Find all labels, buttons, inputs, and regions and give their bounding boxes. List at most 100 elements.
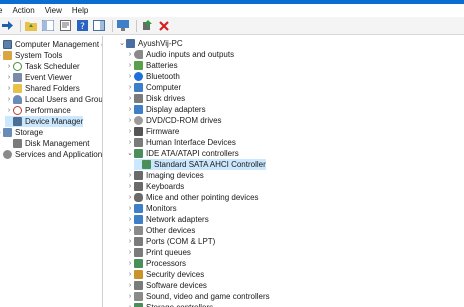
console-tree-row[interactable]: › Performance [5,105,71,116]
console-tree-row[interactable]: › Local Users and Groups [5,94,103,105]
performance-icon [13,106,22,115]
display-adapter-icon [134,105,143,114]
processor-icon [134,259,143,268]
console-tree-label: System Tools [15,51,63,60]
expand-chevron-icon[interactable]: › [126,60,134,71]
other-devices-icon [134,226,143,235]
device-tree-row[interactable]: Standard SATA AHCI Controller [134,159,266,170]
console-tree-pane: Computer Management (Local⌄System Tools›… [0,36,103,307]
device-tree-label: DVD/CD-ROM drives [146,116,222,125]
device-tree-row[interactable]: › Imaging devices [126,170,204,181]
action-pane-icon[interactable] [92,19,106,33]
menu-file[interactable]: e [0,4,7,17]
up-folder-icon[interactable] [24,19,38,33]
menu-view[interactable]: View [40,4,67,17]
device-tree-row[interactable]: › Bluetooth [126,71,180,82]
device-tree-row[interactable]: › Storage controllers [126,302,213,307]
console-tree-row[interactable]: › Shared Folders [5,83,80,94]
expand-chevron-icon[interactable]: › [126,258,134,269]
device-tree-row[interactable]: › DVD/CD-ROM drives [126,115,222,126]
console-tree-row[interactable]: ⌄System Tools [0,50,62,61]
device-tree-row[interactable]: › Computer [126,82,181,93]
expand-chevron-icon[interactable]: › [126,302,134,307]
device-tree-row[interactable]: ⌄ IDE ATA/ATAPI controllers [126,148,239,159]
console-tree-row[interactable]: Device Manager [5,116,84,127]
expand-chevron-icon[interactable]: › [126,137,134,148]
device-tree-row[interactable]: › Display adapters [126,104,206,115]
device-tree-row[interactable]: › Print queues [126,247,191,258]
device-tree-row[interactable]: › Human Interface Devices [126,137,236,148]
console-tree-row[interactable]: ⌄Storage [0,127,43,138]
help-icon[interactable]: ? [75,19,89,33]
console-tree-row[interactable]: › Task Scheduler [5,61,80,72]
expand-chevron-icon[interactable]: › [126,181,134,192]
device-tree-label: Batteries [146,61,178,70]
console-tree-label: Local Users and Groups [25,95,103,104]
device-tree-row[interactable]: › Audio inputs and outputs [126,49,234,60]
console-tree-row[interactable]: Disk Management [5,138,89,149]
forward-arrow-icon[interactable] [0,19,14,33]
device-tree-row[interactable]: › Disk drives [126,93,185,104]
show-hide-tree-icon[interactable] [41,19,55,33]
expand-chevron-icon[interactable]: › [5,105,13,116]
monitor-icon[interactable] [116,19,130,33]
uninstall-device-icon[interactable] [157,19,171,33]
security-icon [134,270,143,279]
expand-chevron-icon[interactable]: › [5,83,13,94]
device-tree-row[interactable]: › Processors [126,258,186,269]
device-tree-row[interactable]: › Batteries [126,60,178,71]
properties-icon[interactable] [58,19,72,33]
expand-chevron-icon[interactable]: › [126,82,134,93]
expand-chevron-icon[interactable]: › [5,72,13,83]
expand-chevron-icon[interactable]: › [126,280,134,291]
device-tree-row[interactable]: › Ports (COM & LPT) [126,236,215,247]
expand-chevron-icon[interactable]: › [126,247,134,258]
expand-chevron-icon[interactable]: › [126,93,134,104]
battery-icon [134,61,143,70]
console-tree-row[interactable]: ›Services and Applications [0,149,103,160]
device-tree-row[interactable]: › Security devices [126,269,204,280]
pc-icon [126,39,135,48]
device-tree-row[interactable]: › Network adapters [126,214,209,225]
expand-chevron-icon[interactable]: › [126,269,134,280]
device-tree-row[interactable]: › Mice and other pointing devices [126,192,259,203]
console-tree-row[interactable]: › Event Viewer [5,72,72,83]
expand-chevron-icon[interactable]: › [126,192,134,203]
expand-chevron-icon[interactable]: › [126,291,134,302]
device-tree-row[interactable]: ⌄ AyushVij-PC [118,38,183,49]
collapse-chevron-icon[interactable]: ⌄ [126,148,134,159]
expand-chevron-icon[interactable]: › [126,71,134,82]
expand-chevron-icon[interactable]: › [126,236,134,247]
expand-chevron-icon[interactable]: › [126,115,134,126]
menu-action[interactable]: Action [7,4,39,17]
console-tree-row[interactable]: Computer Management (Local [0,39,102,50]
device-tree-row[interactable]: › Firmware [126,126,179,137]
device-tree-row[interactable]: › Software devices [126,280,207,291]
toolbar: ? [0,17,464,35]
console-tree-label: Task Scheduler [25,62,80,71]
device-tree-row[interactable]: › Other devices [126,225,195,236]
device-tree-label: Human Interface Devices [146,138,236,147]
toolbar-separator [136,19,137,32]
console-tree-label: Services and Applications [15,150,103,159]
menu-help[interactable]: Help [67,4,93,17]
update-driver-icon[interactable] [140,19,154,33]
expand-chevron-icon[interactable]: › [5,94,13,105]
expand-chevron-icon[interactable]: › [126,214,134,225]
device-tree-row[interactable]: › Keyboards [126,181,184,192]
expand-chevron-icon[interactable]: › [126,203,134,214]
expand-chevron-icon[interactable]: › [5,61,13,72]
expand-chevron-icon[interactable]: › [126,225,134,236]
device-tree-label: Print queues [146,248,191,257]
expand-chevron-icon[interactable]: › [126,104,134,115]
sata-controller-icon [142,160,151,169]
device-tree-label: Firmware [146,127,180,136]
console-tree-label: Computer Management (Local [15,40,102,49]
device-tree-row[interactable]: › Sound, video and game controllers [126,291,270,302]
expand-chevron-icon[interactable]: › [126,170,134,181]
expand-chevron-icon[interactable]: › [126,49,134,60]
collapse-chevron-icon[interactable]: ⌄ [118,38,126,49]
device-tree-row[interactable]: › Monitors [126,203,177,214]
expand-chevron-icon[interactable]: › [126,126,134,137]
audio-icon [134,50,143,59]
